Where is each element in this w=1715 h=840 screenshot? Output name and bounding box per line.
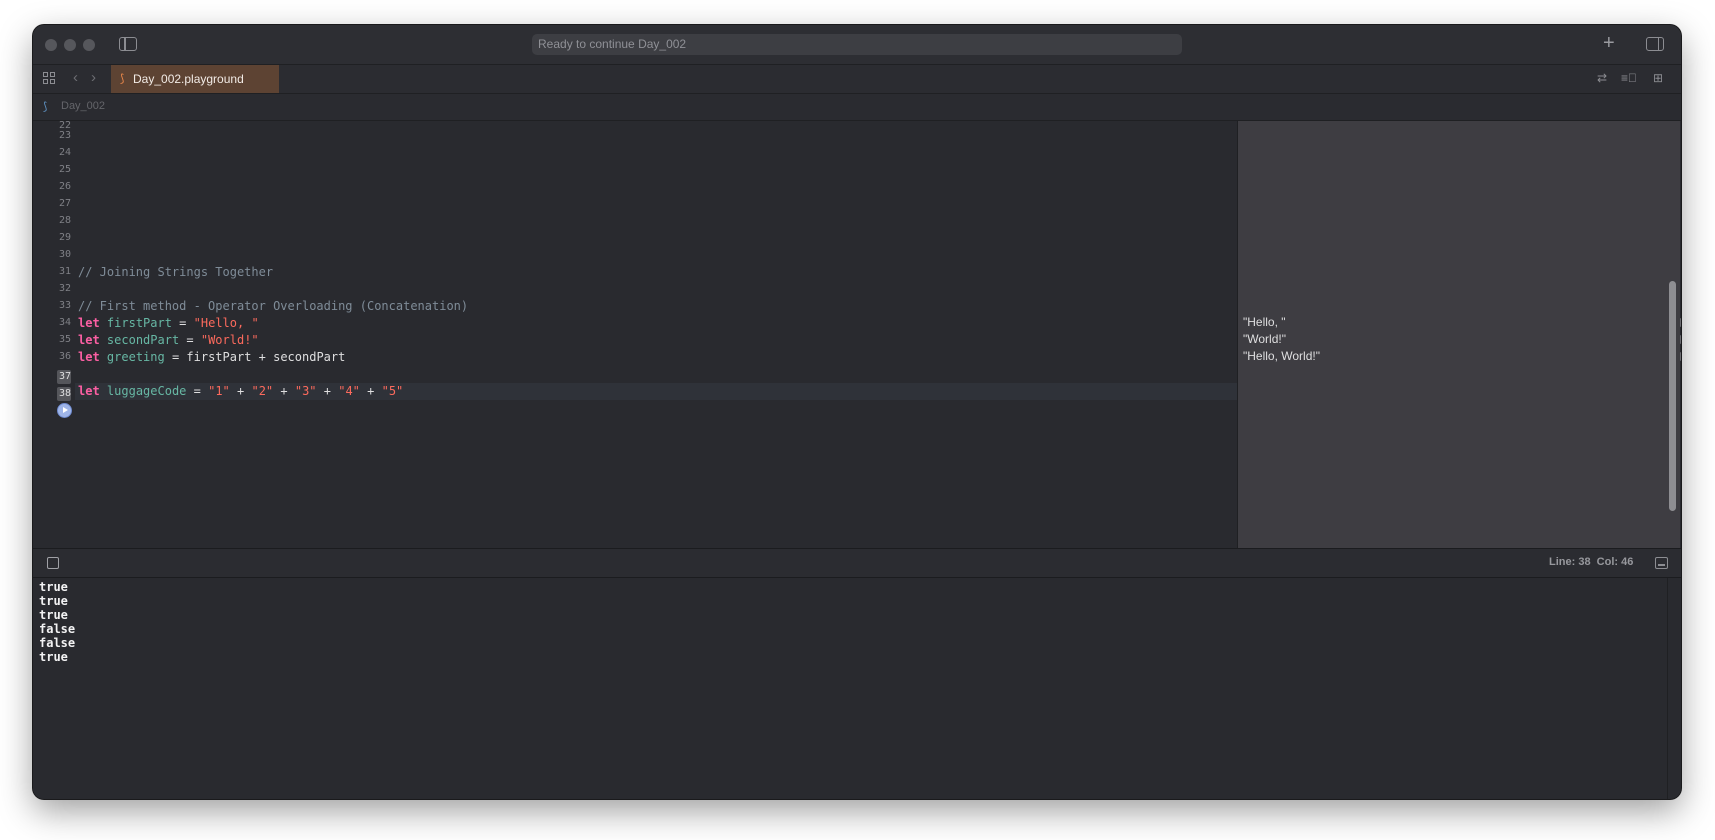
tab-bar: ‹ › ⟆ Day_002.playground ⇄ ≡⃞ ⊞ bbox=[33, 65, 1681, 94]
source-editor[interactable]: // Joining Strings Together // First met… bbox=[75, 121, 1237, 548]
keyword: let bbox=[78, 316, 100, 330]
result-value: "Hello, World!" bbox=[1243, 349, 1320, 363]
string-literal: "4" bbox=[338, 384, 360, 398]
minimize-window-button[interactable] bbox=[64, 39, 76, 51]
operator: = bbox=[179, 333, 201, 347]
console-scroll-divider bbox=[1667, 578, 1668, 799]
line-number: 29 bbox=[58, 232, 71, 243]
console-line: true bbox=[39, 650, 68, 664]
line-number: 35 bbox=[58, 334, 71, 345]
operator: = bbox=[186, 384, 209, 398]
run-playground-button[interactable] bbox=[57, 403, 72, 418]
line-number: 27 bbox=[58, 198, 71, 209]
console-output[interactable]: true true true false false true bbox=[33, 578, 1681, 799]
operator: = bbox=[164, 350, 187, 364]
operator: + bbox=[359, 384, 382, 398]
string-literal: "5" bbox=[381, 384, 404, 398]
cursor-position: Line: 38 Col: 46 bbox=[1549, 556, 1634, 568]
operator: + bbox=[229, 384, 252, 398]
vertical-scrollbar[interactable] bbox=[1669, 281, 1676, 511]
string-literal: "1" bbox=[208, 384, 230, 398]
jump-bar-item[interactable]: Day_002 bbox=[61, 100, 105, 112]
console-line: false bbox=[39, 622, 76, 636]
line-number: 30 bbox=[58, 249, 71, 260]
quick-look-icon[interactable] bbox=[1680, 352, 1681, 361]
identifier: greeting bbox=[106, 350, 165, 364]
expression: firstPart + secondPart bbox=[186, 350, 346, 364]
line-number: 34 bbox=[58, 317, 71, 328]
toolbar: Ready to continue Day_002 + bbox=[33, 25, 1681, 65]
console-line: true bbox=[39, 594, 68, 608]
operator: = bbox=[171, 316, 194, 330]
line-number: 38 bbox=[58, 388, 71, 399]
library-plus-icon[interactable]: + bbox=[1603, 32, 1615, 54]
result-value: "Hello, " bbox=[1243, 315, 1286, 329]
adjust-editor-icon[interactable]: ⇄ bbox=[1597, 70, 1607, 86]
zoom-window-button[interactable] bbox=[83, 39, 95, 51]
swift-icon: ⟆ bbox=[120, 73, 125, 85]
line-number: 25 bbox=[58, 164, 71, 175]
identifier: secondPart bbox=[106, 333, 180, 347]
add-editor-icon[interactable]: ⊞ bbox=[1653, 70, 1663, 86]
console-line: true bbox=[39, 580, 68, 594]
line-number: 24 bbox=[58, 147, 71, 158]
line-number: 33 bbox=[58, 300, 71, 311]
console-line: true bbox=[39, 608, 68, 622]
identifier: firstPart bbox=[106, 316, 172, 330]
xcode-window: Ready to continue Day_002 + ‹ › ⟆ Day_00… bbox=[33, 25, 1681, 799]
tab-day-002-playground[interactable]: ⟆ Day_002.playground bbox=[111, 65, 279, 93]
code-comment: // Joining Strings Together bbox=[78, 265, 274, 279]
string-literal: "World!" bbox=[200, 333, 259, 347]
keyword: let bbox=[78, 384, 100, 398]
line-number: 31 bbox=[58, 266, 71, 277]
activity-view: Ready to continue Day_002 bbox=[532, 34, 1182, 55]
hide-debug-area-icon[interactable] bbox=[1655, 557, 1668, 569]
navigator-toggle-icon[interactable] bbox=[119, 37, 137, 51]
line-number: 28 bbox=[58, 215, 71, 226]
swift-icon: ⟆ bbox=[43, 101, 48, 113]
line-number: 37 bbox=[58, 371, 71, 382]
forward-arrow-icon[interactable]: › bbox=[91, 69, 96, 87]
jump-bar: ⟆ Day_002 bbox=[33, 94, 1681, 121]
code-line-35: let secondPart = "World!" bbox=[78, 332, 259, 349]
console-line: false bbox=[39, 636, 76, 650]
tab-label: Day_002.playground bbox=[133, 72, 244, 86]
operator: + bbox=[273, 384, 295, 398]
code-comment: // First method - Operator Overloading (… bbox=[78, 299, 469, 313]
line-number: 36 bbox=[58, 351, 71, 362]
line-number-gutter: 22 23 24 25 26 27 28 29 30 31 32 33 34 3… bbox=[33, 120, 75, 548]
result-value: "World!" bbox=[1243, 332, 1286, 346]
string-literal: "3" bbox=[294, 384, 317, 398]
line-number: 23 bbox=[58, 130, 71, 141]
code-line-34: let firstPart = "Hello, " bbox=[78, 315, 259, 332]
editor-options-icon[interactable]: ≡⃞ bbox=[1621, 70, 1637, 86]
code-line-38: let luggageCode = "1" + "2" + "3" + "4" … bbox=[78, 383, 403, 400]
debug-bar: Line: 38 Col: 46 bbox=[33, 548, 1681, 578]
back-arrow-icon[interactable]: ‹ bbox=[73, 69, 78, 87]
quick-look-icon[interactable] bbox=[1680, 335, 1681, 344]
quick-look-icon[interactable] bbox=[1680, 318, 1681, 327]
code-line-36: let greeting = firstPart + secondPart bbox=[78, 349, 345, 366]
line-number: 26 bbox=[58, 181, 71, 192]
toggle-console-icon[interactable] bbox=[47, 557, 59, 569]
string-literal: "Hello, " bbox=[193, 316, 259, 330]
related-items-grid-icon[interactable] bbox=[43, 72, 56, 85]
operator: + bbox=[316, 384, 339, 398]
keyword: let bbox=[78, 333, 100, 347]
keyword: let bbox=[78, 350, 100, 364]
identifier: luggageCode bbox=[106, 384, 187, 398]
inspector-toggle-icon[interactable] bbox=[1646, 37, 1664, 51]
line-number: 32 bbox=[58, 283, 71, 294]
close-window-button[interactable] bbox=[45, 39, 57, 51]
results-sidebar: "Hello, " "World!" "Hello, World!" bbox=[1237, 121, 1681, 548]
string-literal: "2" bbox=[251, 384, 274, 398]
